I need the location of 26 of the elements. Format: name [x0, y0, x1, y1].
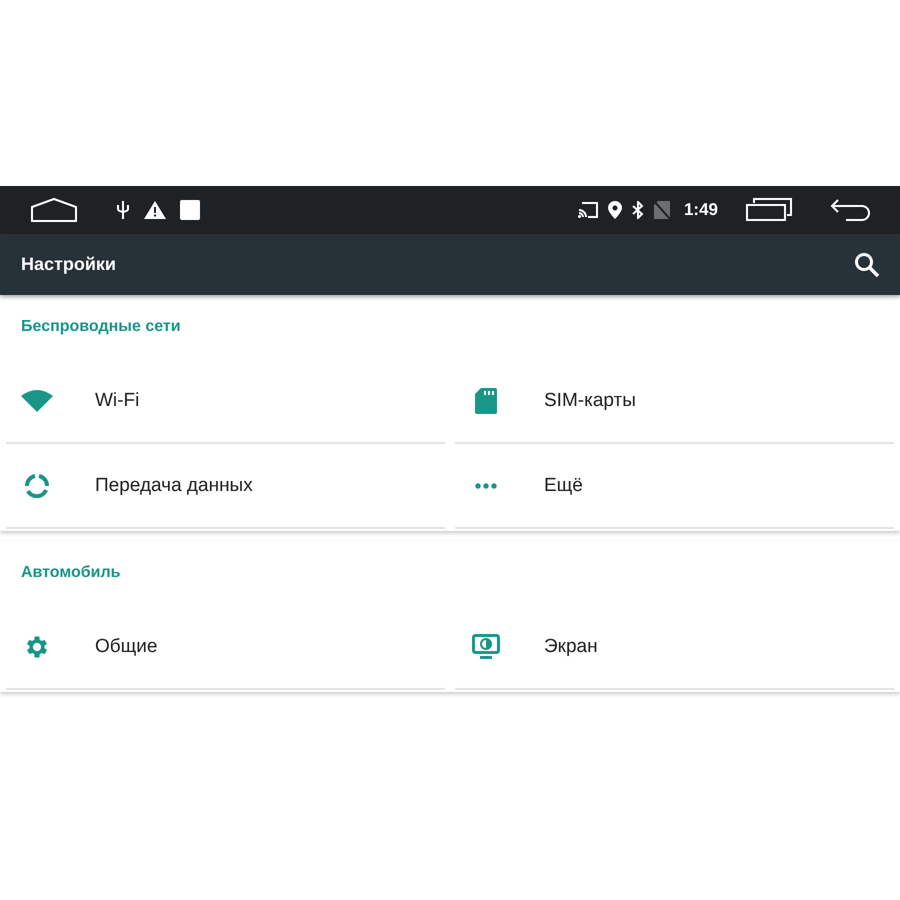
more-icon	[475, 482, 497, 488]
settings-item[interactable]: Wi-Fi	[6, 359, 445, 444]
settings-item[interactable]: Экран	[455, 605, 894, 690]
wifi-icon	[21, 390, 53, 412]
data-usage-icon	[24, 472, 50, 498]
warning-icon	[144, 201, 166, 219]
square-icon	[180, 200, 200, 220]
usb-icon	[116, 200, 130, 220]
toolbar-title: Настройки	[21, 254, 117, 275]
home-button[interactable]	[30, 197, 78, 223]
settings-item[interactable]: Передача данных	[6, 444, 445, 529]
bluetooth-icon	[632, 201, 644, 219]
settings-item[interactable]: Ещё	[455, 444, 894, 529]
section-title: Автомобиль	[21, 564, 120, 582]
settings-item[interactable]: SIM-карты	[455, 359, 894, 444]
sim-card-icon	[475, 388, 497, 414]
no-sim-icon	[654, 201, 670, 219]
clock: 1:49	[684, 200, 718, 220]
settings-item[interactable]: Общие	[6, 605, 445, 690]
section-title: Беспроводные сети	[21, 318, 181, 336]
back-button[interactable]	[830, 198, 872, 222]
location-icon	[608, 201, 622, 219]
recent-apps-button[interactable]	[746, 198, 792, 222]
display-icon	[472, 634, 500, 660]
cast-icon	[578, 202, 598, 218]
search-button[interactable]	[854, 252, 880, 278]
